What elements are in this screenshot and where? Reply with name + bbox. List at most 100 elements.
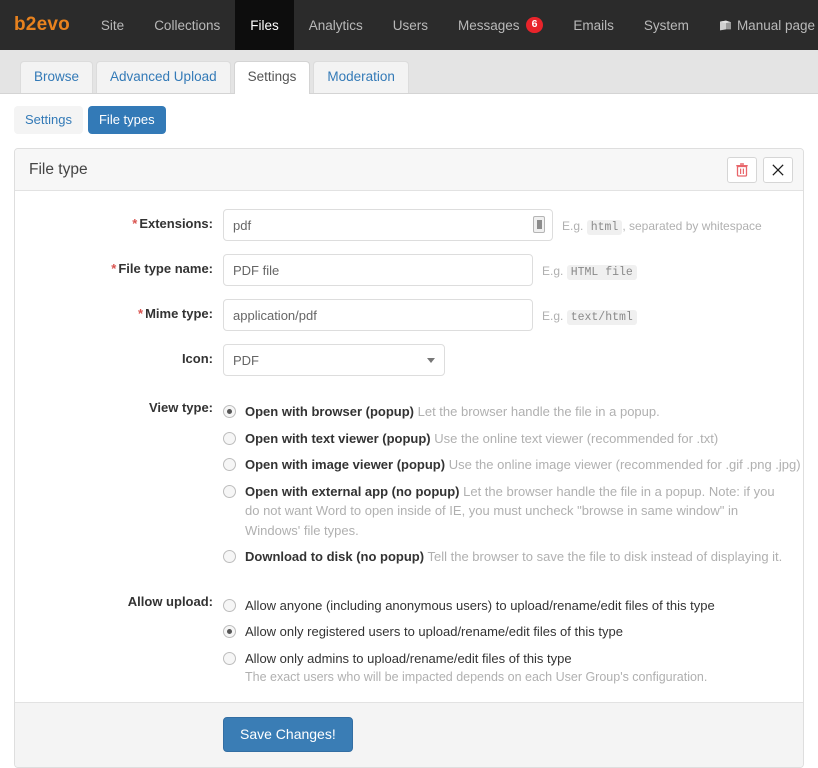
panel-body: *Extensions: E.g. html, separated by whi… <box>15 191 803 702</box>
field-row-mime-type: *Mime type: E.g. text/html <box>15 299 803 332</box>
radio-option-text: Download to disk (no popup) Tell the bro… <box>245 547 782 567</box>
nav-item-label: Files <box>250 17 279 33</box>
allow-upload-note: The exact users who will be impacted dep… <box>245 670 708 685</box>
nav-item-collections[interactable]: Collections <box>139 0 235 50</box>
radio-indicator[interactable] <box>223 484 236 498</box>
required-marker: * <box>132 216 138 232</box>
datalist-spinner-icon[interactable] <box>533 216 545 234</box>
icon-select-value: PDF <box>233 352 259 368</box>
save-changes-button[interactable]: Save Changes! <box>223 717 353 753</box>
radio-option-title: Download to disk (no popup) <box>245 549 425 565</box>
delete-button[interactable] <box>727 156 757 183</box>
radio-option-open-with-browser[interactable]: Open with browser (popup) Let the browse… <box>223 402 803 422</box>
nav-item-files[interactable]: Files <box>235 0 294 50</box>
icon-select[interactable]: PDF <box>223 344 445 377</box>
radio-option-title: Open with browser (popup) <box>245 404 414 420</box>
mime-type-label: * Mime type: <box>138 306 213 322</box>
nav-item-analytics[interactable]: Analytics <box>294 0 378 50</box>
field-row-file-type-name: *File type name: E.g. HTML file <box>15 254 803 287</box>
brand-logo[interactable]: b2evo <box>0 0 86 50</box>
manual-page-label: Manual page <box>736 17 815 33</box>
radio-option-open-with-text-viewer[interactable]: Open with text viewer (popup) Use the on… <box>223 429 803 449</box>
tab-browse[interactable]: Browse <box>20 60 94 93</box>
radio-option-allow-admins[interactable]: Allow only admins to upload/rename/edit … <box>223 649 803 669</box>
radio-indicator[interactable] <box>223 598 236 612</box>
extensions-help-text: E.g. html, separated by whitespace <box>562 219 762 236</box>
nav-right-group: Manual page <box>704 0 818 50</box>
close-icon <box>772 164 784 176</box>
file-type-name-control: E.g. HTML file <box>223 254 803 287</box>
tab-moderation[interactable]: Moderation <box>313 60 409 93</box>
panel-header-actions <box>727 156 793 183</box>
file-type-name-help-text: E.g. HTML file <box>533 254 637 281</box>
file-type-name-input[interactable] <box>223 254 533 287</box>
radio-option-allow-anyone[interactable]: Allow anyone (including anonymous users)… <box>223 596 803 616</box>
nav-item-label: Site <box>100 17 125 33</box>
allow-upload-radio-group: Allow anyone (including anonymous users)… <box>223 592 803 685</box>
radio-option-desc: Use the online text viewer (recommended … <box>434 430 719 446</box>
nav-item-system[interactable]: System <box>629 0 704 50</box>
extensions-input[interactable] <box>223 209 553 242</box>
radio-option-text: Allow anyone (including anonymous users)… <box>245 596 715 616</box>
field-row-allow-upload: Allow upload: Allow anyone (including an… <box>15 592 803 685</box>
file-type-panel: File type * Extensions: pdf E.g. html , … <box>14 148 804 768</box>
nav-item-label: System <box>643 17 689 33</box>
nav-item-emails[interactable]: Emails <box>558 0 629 50</box>
extensions-label: * Extensions: <box>132 216 213 232</box>
icon-control: PDF <box>223 344 803 377</box>
radio-option-download-to-disk[interactable]: Download to disk (no popup) Tell the bro… <box>223 547 803 567</box>
field-row-extensions: *Extensions: E.g. html, separated by whi… <box>15 209 803 242</box>
pill-settings[interactable]: Settings <box>14 106 83 135</box>
radio-option-text: Open with browser (popup) Let the browse… <box>245 402 660 422</box>
mime-type-input[interactable] <box>223 299 533 332</box>
nav-item-label: Analytics <box>308 17 363 33</box>
radio-option-title: Open with text viewer (popup) <box>245 430 431 446</box>
radio-indicator[interactable] <box>223 550 236 564</box>
file-type-name-help-code: HTML file <box>566 265 637 281</box>
radio-indicator[interactable] <box>223 405 236 419</box>
radio-option-text: Open with image viewer (popup) Use the o… <box>245 455 801 475</box>
radio-option-text: Allow only registered users to upload/re… <box>245 622 623 642</box>
secondary-tab-bar: Browse Advanced Upload Settings Moderati… <box>0 50 818 94</box>
file-type-name-label: * File type name: <box>111 261 213 277</box>
mime-type-help-text: E.g. text/html <box>533 299 637 326</box>
messages-count-badge: 6 <box>525 17 544 33</box>
pill-file-types[interactable]: File types <box>87 106 166 135</box>
radio-option-text: Open with text viewer (popup) Use the on… <box>245 429 718 449</box>
radio-indicator[interactable] <box>223 458 236 472</box>
radio-option-allow-registered[interactable]: Allow only registered users to upload/re… <box>223 622 803 642</box>
radio-indicator[interactable] <box>223 431 236 445</box>
radio-option-desc: Let the browser handle the file in a pop… <box>417 404 660 420</box>
radio-option-title: Allow only admins to upload/rename/edit … <box>245 650 572 666</box>
view-type-radio-group: Open with browser (popup) Let the browse… <box>223 398 803 574</box>
radio-option-open-with-image-viewer[interactable]: Open with image viewer (popup) Use the o… <box>223 455 803 475</box>
chevron-down-icon <box>427 358 435 364</box>
close-button[interactable] <box>763 156 793 183</box>
panel-footer: Save Changes! <box>15 702 803 768</box>
field-row-icon: Icon: PDF <box>15 344 803 377</box>
nav-item-site[interactable]: Site <box>86 0 139 50</box>
radio-option-desc: Use the online image viewer (recommended… <box>448 457 801 473</box>
tab-advanced-upload[interactable]: Advanced Upload <box>96 60 231 93</box>
radio-option-title: Allow only registered users to upload/re… <box>245 624 623 640</box>
extensions-help-code: html <box>586 220 623 236</box>
radio-option-title: Allow anyone (including anonymous users)… <box>245 597 715 613</box>
radio-option-text: Open with external app (no popup) Let th… <box>245 482 803 541</box>
nav-item-messages[interactable]: Messages 6 <box>443 0 558 50</box>
manual-page-link[interactable]: Manual page <box>704 18 815 33</box>
extensions-input-wrapper <box>223 209 553 242</box>
nav-item-users[interactable]: Users <box>378 0 443 50</box>
mime-type-help-code: text/html <box>566 310 637 326</box>
nav-item-label: Messages <box>458 17 520 33</box>
view-type-label: View type: <box>148 400 213 416</box>
radio-indicator[interactable] <box>223 625 236 639</box>
nav-item-label: Emails <box>573 17 614 33</box>
radio-indicator[interactable] <box>223 651 236 665</box>
radio-option-open-with-external-app[interactable]: Open with external app (no popup) Let th… <box>223 482 803 541</box>
tab-settings[interactable]: Settings <box>233 60 311 94</box>
extensions-control: E.g. html, separated by whitespace <box>223 209 803 242</box>
trash-icon <box>736 162 748 177</box>
book-icon <box>719 20 732 31</box>
panel-title: File type <box>29 160 88 178</box>
required-marker: * <box>111 261 117 277</box>
